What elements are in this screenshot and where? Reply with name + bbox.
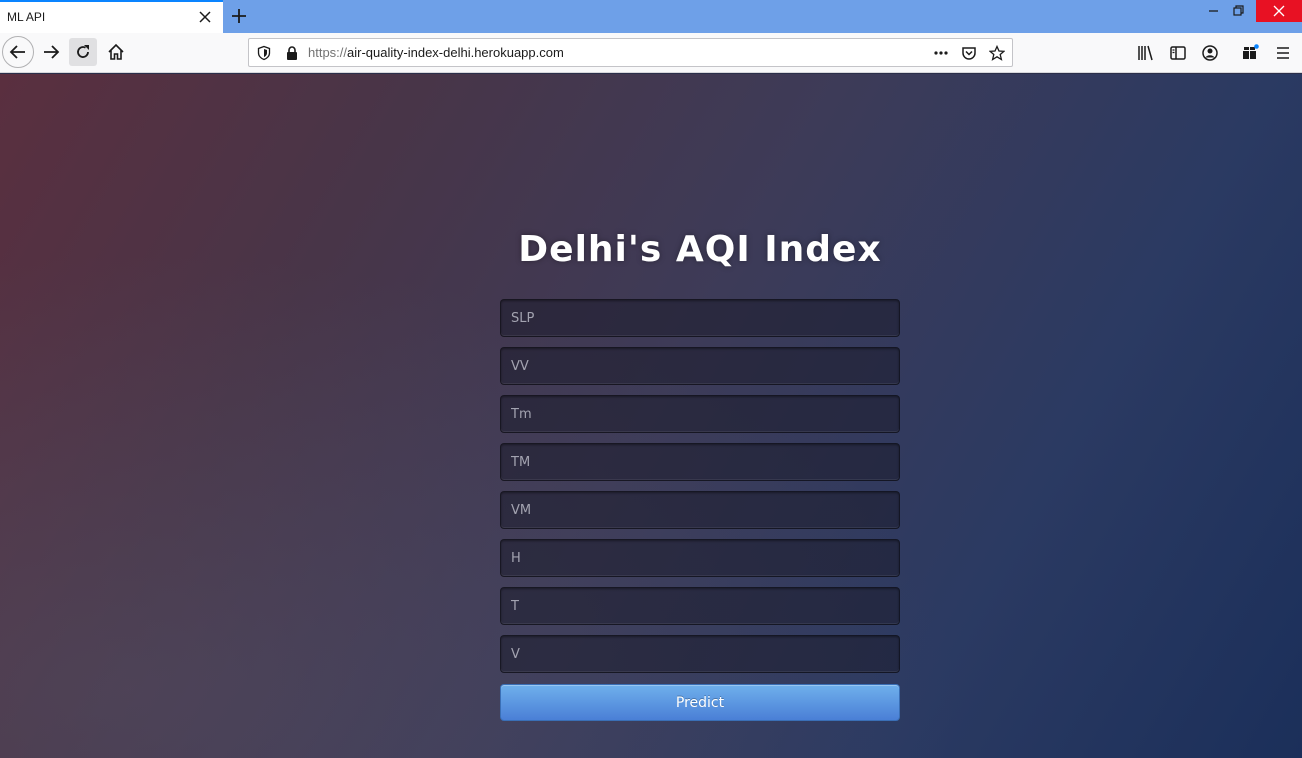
tab-title: ML API [7, 10, 46, 24]
sidebar-icon[interactable] [1169, 44, 1187, 62]
home-button[interactable] [101, 37, 131, 67]
h-input[interactable] [500, 539, 900, 577]
forward-button[interactable] [36, 37, 66, 67]
lock-icon[interactable] [284, 45, 300, 61]
slp-input[interactable] [500, 299, 900, 337]
reload-icon [77, 45, 89, 58]
page-actions-icon[interactable] [933, 45, 949, 61]
account-icon[interactable] [1201, 44, 1219, 62]
url-host: air-quality-index-delhi.herokuapp.com [347, 45, 564, 60]
forward-arrow-icon [44, 45, 60, 59]
tab-ml-api[interactable]: ML API [0, 0, 223, 33]
t-input[interactable] [500, 587, 900, 625]
minimize-icon[interactable] [1203, 0, 1225, 22]
restore-icon[interactable] [1228, 0, 1250, 22]
vm-input[interactable] [500, 491, 900, 529]
url-bar[interactable]: https://air-quality-index-delhi.herokuap… [248, 38, 1013, 67]
library-icon[interactable] [1137, 44, 1155, 62]
pocket-icon[interactable] [961, 45, 977, 61]
v-input[interactable] [500, 635, 900, 673]
close-window-icon[interactable] [1256, 0, 1302, 22]
close-tab-icon[interactable] [196, 8, 214, 26]
menu-icon[interactable] [1274, 44, 1292, 62]
tab-strip: ML API [0, 0, 1302, 33]
back-button[interactable] [2, 36, 34, 68]
tm-max-input[interactable] [500, 443, 900, 481]
vv-input[interactable] [500, 347, 900, 385]
page-content: Delhi's AQI Index Predict [0, 74, 1302, 758]
tracking-shield-icon[interactable] [256, 45, 272, 61]
predict-button[interactable]: Predict [500, 684, 900, 721]
url-text[interactable]: https://air-quality-index-delhi.herokuap… [308, 45, 564, 60]
tm-min-input[interactable] [500, 395, 900, 433]
reload-button[interactable] [69, 38, 97, 66]
new-tab-icon[interactable] [228, 5, 250, 27]
navigation-bar: https://air-quality-index-delhi.herokuap… [0, 33, 1302, 73]
back-arrow-icon [9, 45, 25, 59]
bookmark-star-icon[interactable] [989, 45, 1005, 61]
extensions-icon[interactable] [1241, 44, 1259, 62]
page-title: Delhi's AQI Index [518, 229, 882, 270]
url-protocol: https:// [308, 45, 348, 60]
home-icon [108, 43, 124, 60]
